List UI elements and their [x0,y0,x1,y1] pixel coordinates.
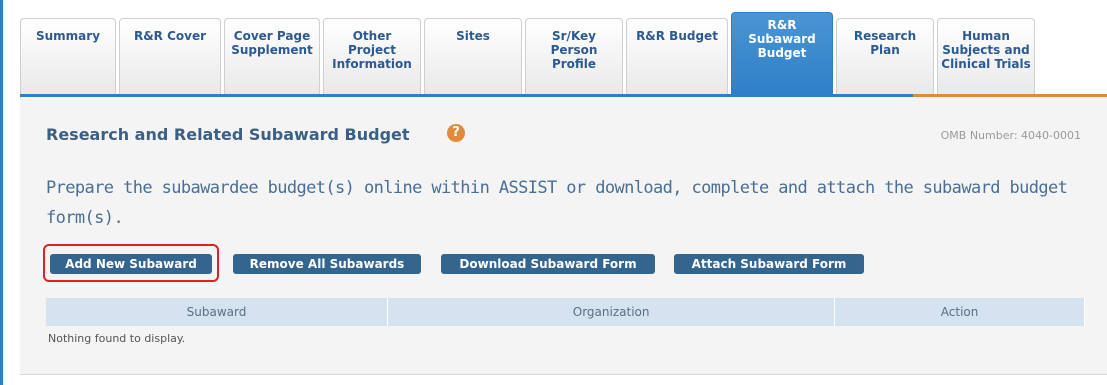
tab-label: Research Plan [853,29,917,57]
empty-table-message: Nothing found to display. [48,332,186,345]
tab-label: Human Subjects and Clinical Trials [941,29,1031,71]
remove-all-subawards-button[interactable]: Remove All Subawards [233,254,421,274]
table-header-row: Subaward Organization Action [46,298,1085,326]
subaward-table: Subaward Organization Action Nothing fou… [46,298,1085,351]
download-subaward-form-button[interactable]: Download Subaward Form [441,254,655,274]
page-title: Research and Related Subaward Budget [46,125,410,144]
help-icon[interactable]: ? [447,124,465,142]
tab-sr-key-person-profile[interactable]: Sr/Key Person Profile [525,18,623,94]
tab-label: R&R Subaward Budget [748,18,816,60]
tab-label: R&R Budget [636,29,718,43]
tab-rr-cover[interactable]: R&R Cover [119,18,221,94]
column-header-organization[interactable]: Organization [387,298,836,326]
tab-label: Other Project Information [332,29,412,71]
column-header-subaward[interactable]: Subaward [46,298,389,326]
tab-sites[interactable]: Sites [424,18,522,94]
tab-label: R&R Cover [133,29,207,43]
instruction-text: Prepare the subawardee budget(s) online … [46,178,1068,228]
omb-number: OMB Number: 4040-0001 [940,129,1081,142]
tab-rr-budget[interactable]: R&R Budget [626,18,728,94]
tab-label: Sites [456,29,490,43]
table-row: Nothing found to display. [46,326,1085,351]
column-header-action: Action [834,298,1085,326]
tab-human-subjects-clinical-trials[interactable]: Human Subjects and Clinical Trials [937,18,1035,94]
tab-label: Summary [35,29,101,43]
tab-label: Sr/Key Person Profile [550,29,598,71]
add-new-subaward-button[interactable]: Add New Subaward [50,254,212,274]
tab-bar: Summary R&R Cover Cover Page Supplement … [20,12,1107,96]
tab-research-plan[interactable]: Research Plan [836,18,934,94]
attach-subaward-form-button[interactable]: Attach Subaward Form [674,254,864,274]
subaward-budget-panel: Research and Related Subaward Budget ? O… [20,97,1107,375]
tab-rr-subaward-budget[interactable]: R&R Subaward Budget [731,12,833,96]
tab-cover-page-supplement[interactable]: Cover Page Supplement [224,18,320,94]
tab-summary[interactable]: Summary [20,18,116,94]
tab-label: Cover Page Supplement [231,29,313,57]
tab-other-project-information[interactable]: Other Project Information [323,18,421,94]
